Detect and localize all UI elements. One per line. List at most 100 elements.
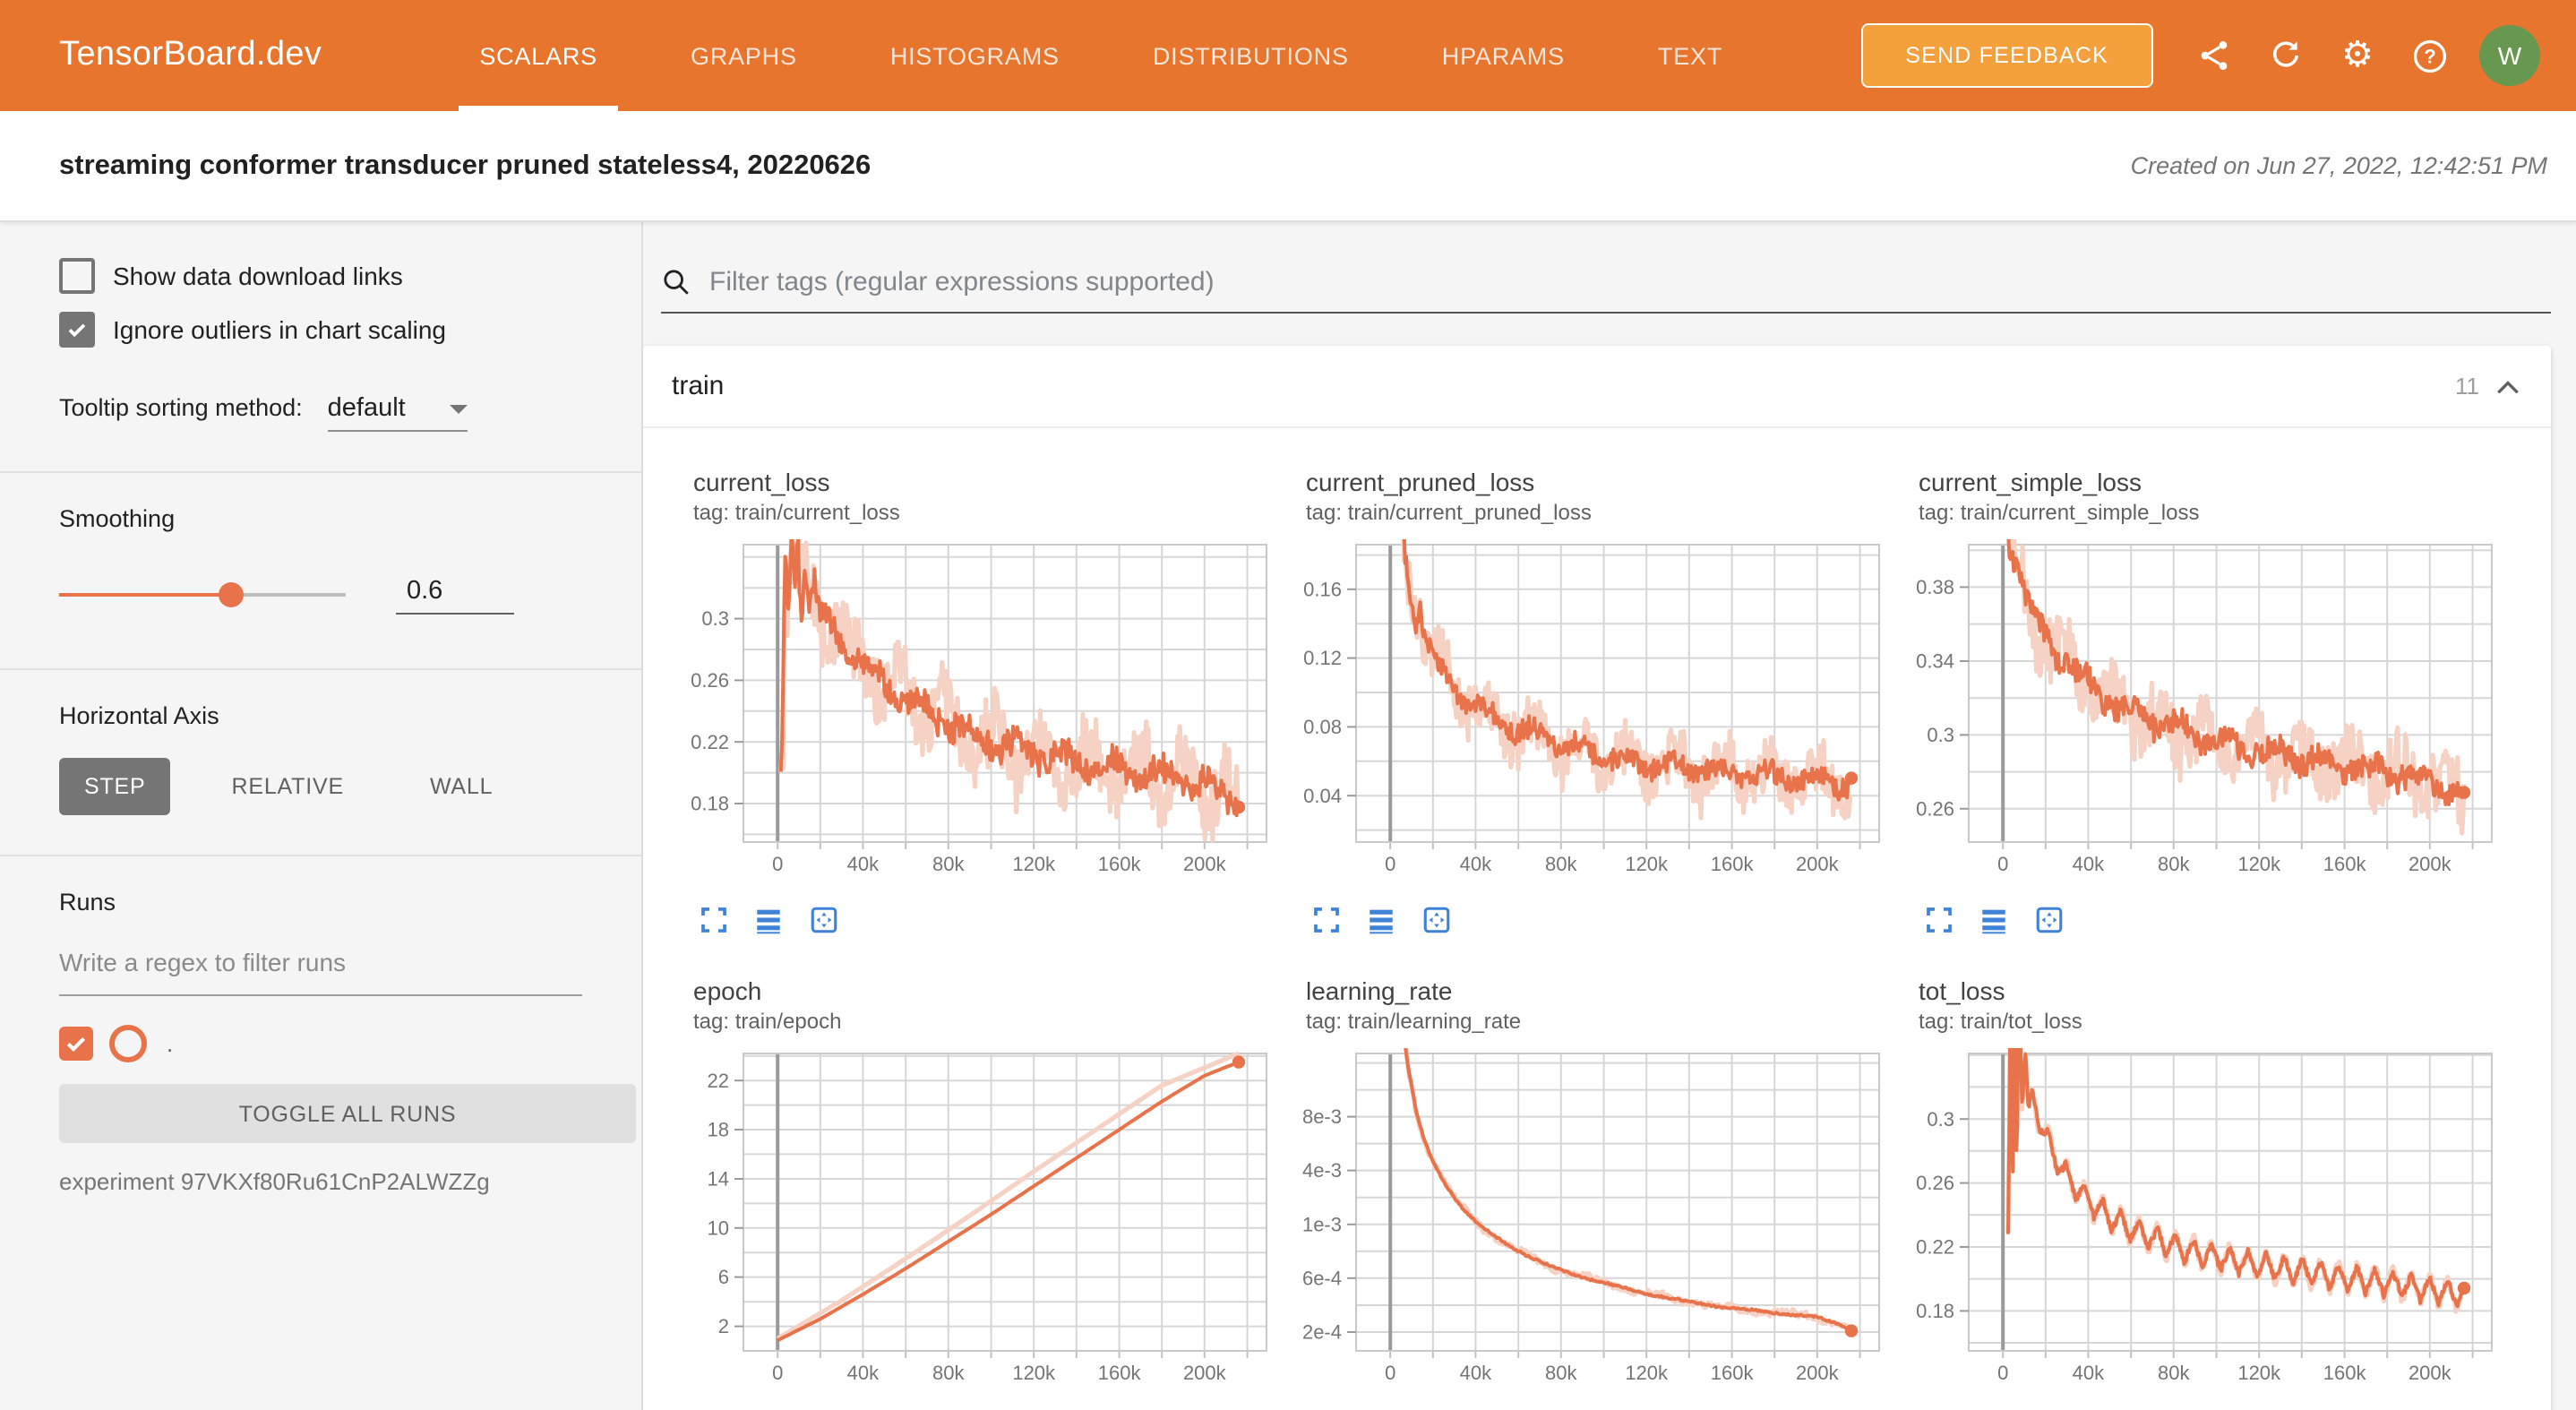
sidebar-divider (0, 471, 641, 473)
line-chart[interactable]: 2e-46e-41e-31.4e-31.8e-3040k80k120k160k2… (1302, 1048, 1893, 1403)
svg-text:0.3: 0.3 (1927, 724, 1954, 746)
tab-histograms[interactable]: HISTOGRAMS (844, 0, 1106, 111)
run-checkbox-checked-icon[interactable] (59, 1027, 93, 1061)
chart-tag: tag: train/current_pruned_loss (1306, 500, 1902, 525)
show-download-links-row[interactable]: Show data download links (59, 258, 641, 294)
tooltip-sorting-dropdown[interactable]: default (328, 394, 468, 432)
tab-scalars[interactable]: SCALARS (433, 0, 644, 111)
svg-text:120k: 120k (1012, 1362, 1056, 1384)
chevron-up-icon[interactable] (2494, 375, 2522, 397)
svg-text:6: 6 (718, 1266, 729, 1288)
svg-text:120k: 120k (2237, 853, 2281, 875)
horizontal-axis-segment: STEP RELATIVE WALL (59, 758, 641, 815)
expand-chart-icon[interactable] (1306, 901, 1345, 937)
svg-text:22: 22 (708, 1070, 729, 1092)
flush-y-axis-icon[interactable] (1974, 901, 2014, 937)
chart-card-epoch: epoch tag: train/epoch 2610141822040k80k… (690, 976, 1290, 1410)
filter-tags-field[interactable] (661, 265, 2551, 314)
svg-text:80k: 80k (1545, 1362, 1577, 1384)
svg-text:40k: 40k (847, 1362, 880, 1384)
filter-tags-input[interactable] (706, 265, 2551, 299)
group-chart-count: 11 (2455, 373, 2479, 400)
svg-text:120k: 120k (2237, 1362, 2281, 1384)
smoothing-value-input[interactable] (396, 577, 514, 613)
tab-graphs[interactable]: GRAPHS (644, 0, 844, 111)
runs-label: Runs (59, 889, 641, 916)
axis-mode-relative[interactable]: RELATIVE (207, 758, 369, 815)
svg-text:1e-3: 1e-3 (1302, 1213, 1342, 1235)
svg-text:80k: 80k (932, 1362, 965, 1384)
app-logo[interactable]: TensorBoard.dev (59, 36, 322, 75)
chart-title: current_pruned_loss (1306, 468, 1902, 496)
line-chart[interactable]: 0.260.30.340.38040k80k120k160k200k (1915, 539, 2506, 894)
svg-text:0: 0 (1997, 853, 2008, 875)
line-chart[interactable]: 2610141822040k80k120k160k200k (690, 1048, 1281, 1403)
checkbox-checked-icon[interactable] (59, 312, 95, 348)
svg-text:1.4e-3: 1.4e-3 (1302, 1159, 1342, 1182)
chart-tag: tag: train/current_loss (693, 500, 1290, 525)
group-title: train (672, 371, 724, 401)
tab-distributions[interactable]: DISTRIBUTIONS (1106, 0, 1395, 111)
ignore-outliers-label: Ignore outliers in chart scaling (113, 315, 446, 344)
slider-fill (59, 593, 231, 597)
svg-text:10: 10 (708, 1217, 729, 1239)
settings-gear-icon[interactable]: ⚙ (2322, 20, 2393, 91)
svg-text:120k: 120k (1012, 853, 1056, 875)
svg-text:160k: 160k (2323, 853, 2367, 875)
svg-text:?: ? (2423, 45, 2434, 67)
run-name: . (167, 1030, 173, 1057)
flush-y-axis-icon[interactable] (749, 901, 788, 937)
sidebar-divider (0, 855, 641, 856)
svg-text:200k: 200k (1183, 1362, 1227, 1384)
svg-text:40k: 40k (1460, 1362, 1492, 1384)
svg-text:160k: 160k (2323, 1362, 2367, 1384)
fit-domain-icon[interactable] (2030, 901, 2069, 937)
send-feedback-button[interactable]: SEND FEEDBACK (1860, 23, 2153, 88)
expand-chart-icon[interactable] (693, 901, 733, 937)
nav-tabs: SCALARS GRAPHS HISTOGRAMS DISTRIBUTIONS … (433, 0, 1769, 111)
chart-card-tot-loss: tot_loss tag: train/tot_loss 0.180.220.2… (1915, 976, 2515, 1410)
slider-knob[interactable] (219, 582, 244, 607)
svg-text:80k: 80k (932, 853, 965, 875)
expand-chart-icon[interactable] (1919, 901, 1958, 937)
svg-text:200k: 200k (2409, 853, 2452, 875)
chevron-down-icon (450, 404, 468, 413)
share-icon[interactable] (2178, 20, 2250, 91)
line-chart[interactable]: 0.180.220.260.3040k80k120k160k200k (1915, 1048, 2506, 1403)
checkbox-unchecked-icon[interactable] (59, 258, 95, 294)
svg-text:40k: 40k (2073, 1362, 2105, 1384)
toggle-all-runs-button[interactable]: TOGGLE ALL RUNS (59, 1084, 636, 1143)
runs-regex-input[interactable] (59, 941, 582, 996)
run-color-swatch-icon[interactable] (109, 1025, 147, 1062)
fit-domain-icon[interactable] (1417, 901, 1456, 937)
tab-text[interactable]: TEXT (1611, 0, 1769, 111)
smoothing-slider[interactable] (59, 582, 346, 607)
svg-text:0.08: 0.08 (1303, 716, 1342, 738)
svg-text:40k: 40k (1460, 853, 1492, 875)
axis-mode-wall[interactable]: WALL (405, 758, 518, 815)
flush-y-axis-icon[interactable] (1361, 901, 1401, 937)
charts-grid: current_loss tag: train/current_loss 0.1… (643, 428, 2551, 1410)
svg-text:80k: 80k (1545, 853, 1577, 875)
refresh-icon[interactable] (2250, 20, 2322, 91)
line-chart[interactable]: 0.180.220.260.3040k80k120k160k200k (690, 539, 1281, 894)
chart-title: learning_rate (1306, 976, 1902, 1005)
smoothing-label: Smoothing (59, 505, 641, 532)
search-icon (661, 267, 691, 297)
chart-card-learning-rate: learning_rate tag: train/learning_rate 2… (1302, 976, 1902, 1410)
svg-text:14: 14 (708, 1168, 729, 1191)
tab-hparams[interactable]: HPARAMS (1395, 0, 1611, 111)
svg-text:160k: 160k (1711, 853, 1755, 875)
svg-text:160k: 160k (1098, 853, 1142, 875)
help-icon[interactable]: ? (2393, 20, 2465, 91)
fit-domain-icon[interactable] (804, 901, 844, 937)
ignore-outliers-row[interactable]: Ignore outliers in chart scaling (59, 312, 641, 348)
axis-mode-step[interactable]: STEP (59, 758, 171, 815)
line-chart[interactable]: 0.040.080.120.16040k80k120k160k200k (1302, 539, 1893, 894)
train-group-header[interactable]: train 11 (643, 346, 2551, 428)
svg-text:0: 0 (1997, 1362, 2008, 1384)
svg-text:0.3: 0.3 (1927, 1108, 1954, 1131)
user-avatar[interactable]: W (2479, 25, 2540, 86)
svg-text:0.26: 0.26 (1916, 797, 1954, 820)
chart-tag: tag: train/tot_loss (1919, 1009, 2515, 1034)
